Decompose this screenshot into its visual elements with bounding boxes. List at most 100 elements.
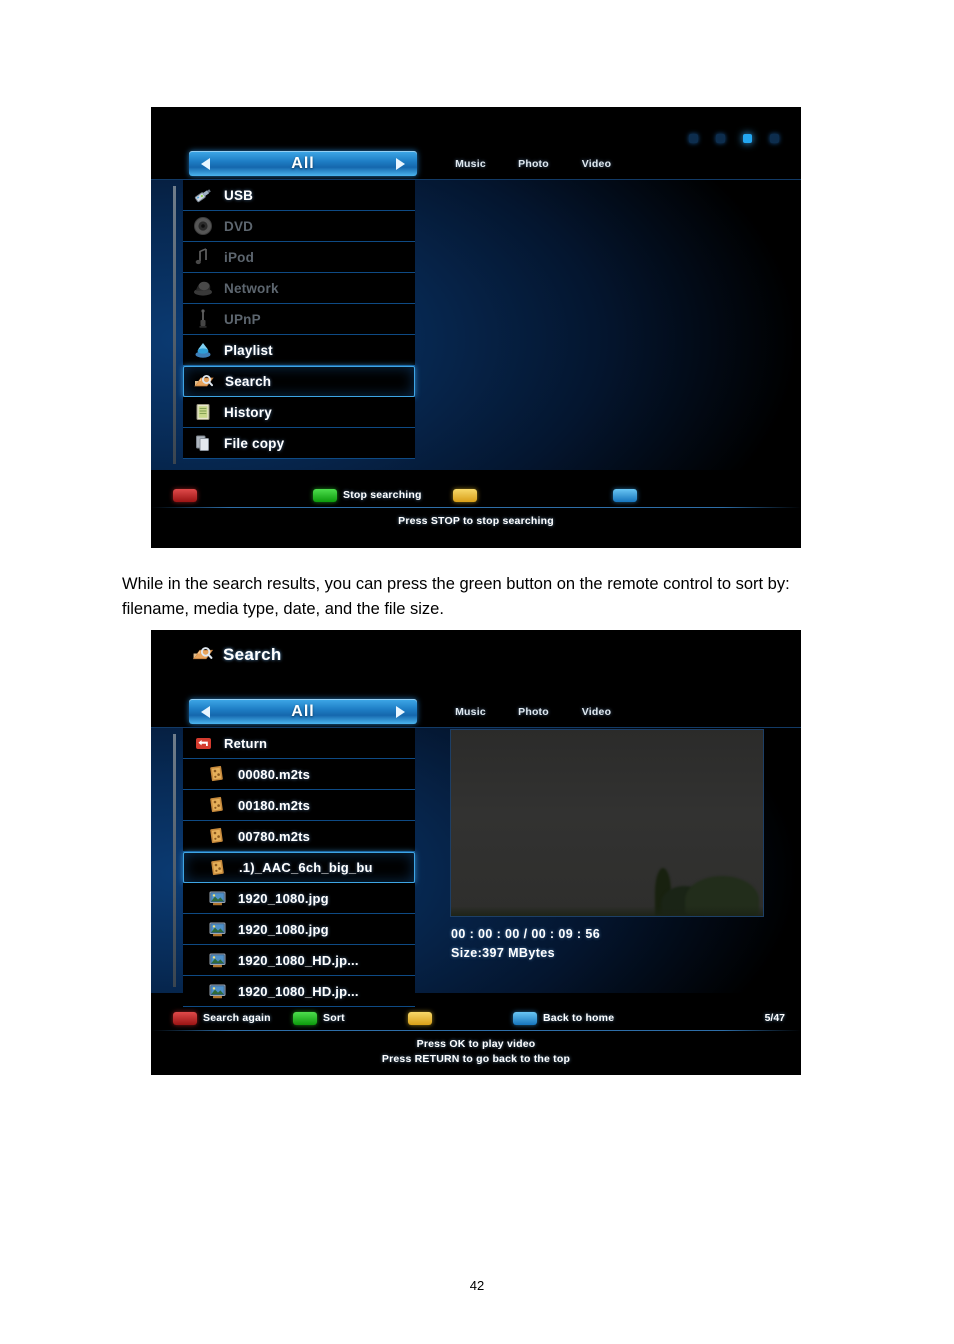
playlist-icon — [191, 339, 215, 361]
menu-item-label: USB — [224, 187, 254, 203]
note-icon — [191, 246, 215, 268]
tv-ui-root: All Music Photo Video USB DVD iPod Netwo… — [151, 107, 801, 548]
indicator-4 — [770, 134, 779, 143]
status-indicators — [689, 134, 779, 143]
menu-item-label: Network — [224, 280, 279, 296]
list-item-image[interactable]: 1920_1080_HD.jp... — [183, 945, 415, 976]
filter-bar: All Music Photo Video — [189, 699, 628, 724]
hint-line: Press OK to play video — [416, 1038, 536, 1050]
menu-item-upnp[interactable]: UPnP — [183, 304, 415, 335]
list-item-image[interactable]: 1920_1080.jpg — [183, 883, 415, 914]
tab-photo[interactable]: Photo — [502, 706, 565, 718]
preview-thumbnail — [450, 729, 764, 917]
media-filter-select[interactable]: All — [189, 699, 417, 724]
list-item-return[interactable]: Return — [183, 728, 415, 759]
list-item-video[interactable]: 00780.m2ts — [183, 821, 415, 852]
preview-panel: 00 : 00 : 00 / 00 : 09 : 56 Size:397 MBy… — [450, 729, 764, 963]
filter-tabs: Music Photo Video — [439, 706, 628, 718]
list-item-label: 1920_1080.jpg — [238, 890, 329, 906]
source-menu: USB DVD iPod Network UPnP Playlist Searc… — [183, 180, 415, 459]
menu-item-ipod[interactable]: iPod — [183, 242, 415, 273]
upnp-icon — [191, 308, 215, 330]
image-file-icon — [205, 887, 229, 909]
key-label: Back to home — [543, 1012, 615, 1024]
body-paragraph: While in the search results, you can pre… — [122, 575, 790, 618]
key-red[interactable] — [173, 488, 313, 502]
menu-item-label: UPnP — [224, 311, 261, 327]
red-chip-icon — [173, 1011, 197, 1025]
list-item-video[interactable]: 00180.m2ts — [183, 790, 415, 821]
tab-video[interactable]: Video — [565, 158, 628, 170]
menu-item-label: Search — [225, 374, 272, 389]
triangle-left-icon[interactable] — [201, 705, 210, 718]
menu-item-dvd[interactable]: DVD — [183, 211, 415, 242]
key-blue-back-to-home[interactable]: Back to home — [513, 1011, 615, 1025]
triangle-right-icon[interactable] — [396, 705, 405, 718]
media-filter-select[interactable]: All — [189, 151, 417, 176]
search-icon — [191, 644, 215, 665]
menu-item-label: History — [224, 404, 272, 420]
triangle-left-icon[interactable] — [201, 157, 210, 170]
key-green-stop-searching[interactable]: Stop searching — [313, 488, 453, 502]
hint-line: Press STOP to stop searching — [398, 515, 554, 527]
copy-icon — [191, 432, 215, 454]
menu-item-label: DVD — [224, 218, 254, 234]
list-item-video[interactable]: 00080.m2ts — [183, 759, 415, 790]
menu-item-label: iPod — [224, 249, 255, 265]
indicator-2 — [716, 134, 725, 143]
image-file-icon — [205, 980, 229, 1002]
tab-photo[interactable]: Photo — [502, 158, 565, 170]
green-chip-icon — [293, 1011, 317, 1025]
key-red-search-again[interactable]: Search again — [173, 1011, 293, 1025]
search-icon — [192, 371, 216, 393]
content-area: USB DVD iPod Network UPnP Playlist Searc… — [151, 179, 801, 470]
screenshot-search-results: Search All Music Photo Video Return 0008… — [151, 630, 801, 1075]
key-yellow[interactable] — [453, 488, 613, 502]
list-item-label: 1920_1080_HD.jp... — [238, 983, 359, 999]
key-label: Sort — [323, 1012, 345, 1024]
page-number: 42 — [469, 1278, 485, 1293]
usb-icon — [191, 184, 215, 206]
key-label: Stop searching — [343, 489, 422, 501]
page-title-label: Search — [223, 644, 282, 664]
image-file-icon — [205, 949, 229, 971]
list-item-image[interactable]: 1920_1080_HD.jp... — [183, 976, 415, 1007]
indicator-1 — [689, 134, 698, 143]
list-item-video-selected[interactable]: .1)_AAC_6ch_big_bu — [183, 852, 415, 883]
key-label: Search again — [203, 1012, 271, 1024]
scroll-rail[interactable] — [173, 186, 176, 464]
menu-item-playlist[interactable]: Playlist — [183, 335, 415, 366]
video-file-icon — [205, 794, 229, 816]
screenshot-home-media-menu: All Music Photo Video USB DVD iPod Netwo… — [151, 107, 801, 548]
menu-item-history[interactable]: History — [183, 397, 415, 428]
key-green-sort[interactable]: Sort — [293, 1011, 408, 1025]
hint-bar: Press OK to play video Press RETURN to g… — [151, 1031, 801, 1075]
list-item-label: 00080.m2ts — [238, 766, 311, 782]
menu-item-label: Playlist — [224, 342, 273, 358]
tab-music[interactable]: Music — [439, 158, 502, 170]
menu-item-search[interactable]: Search — [183, 366, 415, 397]
hint-line: Press RETURN to go back to the top — [381, 1053, 571, 1065]
document-page: All Music Photo Video USB DVD iPod Netwo… — [0, 0, 954, 1344]
tab-video[interactable]: Video — [565, 706, 628, 718]
filter-bar: All Music Photo Video — [189, 151, 628, 176]
blue-chip-icon — [513, 1011, 537, 1025]
scroll-rail[interactable] — [173, 734, 176, 987]
menu-item-usb[interactable]: USB — [183, 180, 415, 211]
key-blue[interactable] — [613, 488, 643, 502]
menu-item-label: File copy — [224, 435, 285, 451]
menu-item-network[interactable]: Network — [183, 273, 415, 304]
disc-icon — [191, 215, 215, 237]
list-item-label: 00180.m2ts — [238, 797, 311, 813]
tab-music[interactable]: Music — [439, 706, 502, 718]
hint-bar: Press STOP to stop searching — [151, 508, 801, 548]
yellow-chip-icon — [453, 488, 477, 502]
color-key-bar: Search again Sort Back to home 5/47 — [151, 1007, 801, 1029]
return-icon — [191, 732, 215, 754]
red-chip-icon — [173, 488, 197, 502]
list-item-label: 00780.m2ts — [238, 828, 311, 844]
list-item-image[interactable]: 1920_1080.jpg — [183, 914, 415, 945]
triangle-right-icon[interactable] — [396, 157, 405, 170]
menu-item-file-copy[interactable]: File copy — [183, 428, 415, 459]
key-yellow[interactable] — [408, 1011, 513, 1025]
